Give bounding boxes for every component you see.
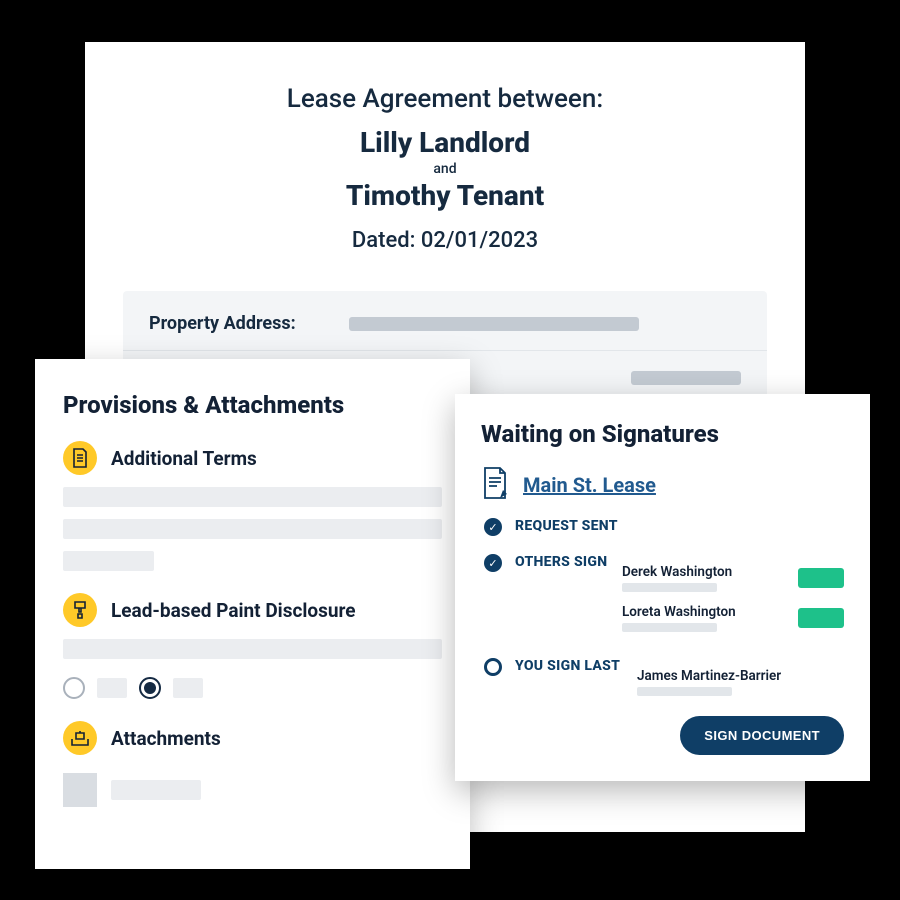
lease-party-tenant: Timothy Tenant	[123, 179, 767, 212]
signatures-card: Waiting on Signatures Main St. Lease ✓ R…	[455, 394, 870, 781]
section-title: Additional Terms	[111, 447, 257, 470]
timeline-step-complete-icon: ✓	[484, 554, 502, 572]
timeline-step-you-sign-last: YOU SIGN LAST	[515, 658, 625, 702]
lease-dated: Dated: 02/01/2023	[123, 228, 767, 253]
section-attachments[interactable]: Attachments	[63, 721, 442, 807]
placeholder-value	[631, 371, 741, 385]
placeholder-line	[63, 639, 442, 659]
timeline-step-complete-icon: ✓	[484, 518, 502, 536]
timeline-step-others-sign: OTHERS SIGN	[515, 554, 610, 638]
lease-title: Lease Agreement between:	[123, 84, 767, 114]
timeline-step-request-sent: REQUEST SENT	[515, 518, 844, 534]
placeholder-line	[63, 487, 442, 507]
detail-label: Property Address:	[149, 313, 349, 334]
placeholder-value	[349, 317, 639, 331]
placeholder-sub	[637, 687, 732, 696]
signer-row: Derek Washington	[622, 558, 844, 598]
placeholder-line	[111, 780, 201, 800]
provisions-heading: Provisions & Attachments	[63, 391, 442, 419]
placeholder-line	[63, 519, 442, 539]
section-additional-terms[interactable]: Additional Terms	[63, 441, 442, 571]
detail-row-property-address: Property Address:	[123, 297, 767, 351]
section-title: Attachments	[111, 727, 221, 750]
attachment-thumbnail	[63, 773, 97, 807]
document-icon	[63, 441, 97, 475]
radio-group	[63, 677, 442, 699]
lease-party-landlord: Lilly Landlord	[123, 126, 767, 159]
signer-name: Loreta Washington	[622, 604, 736, 620]
signer-row: James Martinez-Barrier	[637, 662, 844, 702]
lease-and: and	[123, 161, 767, 177]
placeholder-line	[63, 551, 154, 571]
status-badge-signed	[798, 568, 844, 588]
provisions-card: Provisions & Attachments Additional Term…	[35, 359, 470, 869]
placeholder-label	[173, 678, 203, 698]
paint-brush-icon	[63, 593, 97, 627]
status-badge-signed	[798, 608, 844, 628]
radio-option-2[interactable]	[139, 677, 161, 699]
section-title: Lead-based Paint Disclosure	[111, 599, 356, 622]
placeholder-label	[97, 678, 127, 698]
attachment-row[interactable]	[63, 773, 442, 807]
signatures-heading: Waiting on Signatures	[481, 420, 844, 448]
signer-name: James Martinez-Barrier	[637, 668, 781, 684]
upload-tray-icon	[63, 721, 97, 755]
signature-timeline: ✓ REQUEST SENT ✓ OTHERS SIGN Derek Washi…	[481, 518, 844, 706]
sign-document-button[interactable]: SIGN DOCUMENT	[680, 716, 844, 755]
document-edit-icon	[481, 466, 511, 504]
placeholder-sub	[622, 583, 717, 592]
timeline-step-pending-icon	[484, 658, 502, 676]
section-lead-paint[interactable]: Lead-based Paint Disclosure	[63, 593, 442, 699]
signer-name: Derek Washington	[622, 564, 732, 580]
placeholder-sub	[622, 623, 717, 632]
signer-row: Loreta Washington	[622, 598, 844, 638]
lease-document-link[interactable]: Main St. Lease	[523, 473, 656, 497]
radio-option-1[interactable]	[63, 677, 85, 699]
